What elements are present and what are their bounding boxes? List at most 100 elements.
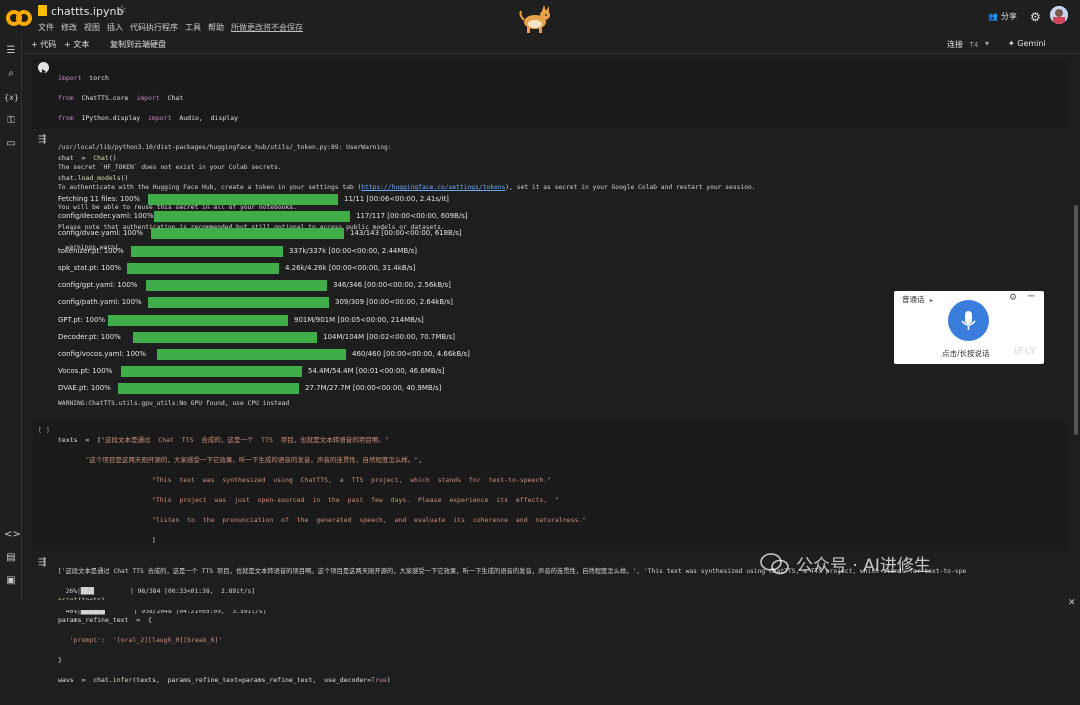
progress-stats: 309/309 [00:00<00:00, 2.64kB/s] bbox=[335, 298, 453, 306]
language-label: 普通话 bbox=[902, 295, 925, 304]
progress-stats: 27.7M/27.7M [00:00<00:00, 40.9MB/s] bbox=[305, 384, 442, 392]
progress-stats: 143/143 [00:00<00:00, 618B/s] bbox=[350, 229, 462, 237]
settings-gear-icon[interactable]: ⚙ bbox=[1030, 10, 1041, 24]
connect-button[interactable]: 连接 T4 bbox=[947, 39, 978, 50]
language-selector[interactable]: 普通话 ▸ bbox=[902, 294, 933, 305]
cell-2-run-marker[interactable]: [ ] bbox=[38, 425, 50, 435]
progress-label: config/gpt.yaml: 100% bbox=[58, 281, 138, 289]
progress-label: config/vocos.yaml: 100% bbox=[58, 350, 146, 358]
search-icon[interactable]: ⌕ bbox=[4, 67, 18, 81]
progress-row: GPT.pt: 100% 901M/901M [00:05<00:00, 214M… bbox=[58, 314, 424, 326]
progress-stats: 460/460 [00:00<00:00, 4.66kB/s] bbox=[352, 350, 470, 358]
gemini-button[interactable]: ✦ Gemini bbox=[1008, 39, 1046, 48]
output-menu-icon[interactable]: ⇶ bbox=[38, 134, 46, 145]
progress-stats: 346/346 [00:00<00:00, 2.56kB/s] bbox=[333, 281, 451, 289]
press-to-talk-hint: 点击/长按说话 bbox=[942, 349, 990, 358]
progress-bar bbox=[148, 193, 338, 205]
microphone-button[interactable] bbox=[948, 300, 989, 341]
watermark-text: 公众号 · AI进修生 bbox=[796, 556, 931, 576]
add-text-button[interactable]: + 文本 bbox=[64, 39, 89, 50]
colab-logo[interactable] bbox=[6, 8, 32, 28]
avatar[interactable] bbox=[1050, 6, 1068, 24]
table-of-contents-icon[interactable]: ☰ bbox=[4, 44, 18, 58]
hf-token-link[interactable]: https://huggingface.co/settings/tokens bbox=[361, 184, 505, 191]
corgi-mascot-icon bbox=[519, 5, 550, 33]
unsaved-notice[interactable]: 所做更改将不会保存 bbox=[231, 22, 303, 33]
runtime-type: T4 bbox=[969, 41, 979, 49]
progress-row: config/decoder.yaml: 100% 117/117 [00:00<… bbox=[58, 210, 468, 222]
left-sidebar: ☰ ⌕ {x} ⚿ ▭ <> ▤ ▣ bbox=[0, 36, 22, 610]
files-folder-icon[interactable]: ▭ bbox=[4, 137, 18, 151]
code-snippets-icon[interactable]: <> bbox=[4, 528, 21, 542]
progress-label: GPT.pt: 100% bbox=[58, 316, 106, 324]
drive-file-icon bbox=[38, 5, 47, 16]
menu-insert[interactable]: 插入 bbox=[107, 22, 123, 33]
menu-tools[interactable]: 工具 bbox=[185, 22, 201, 33]
close-icon[interactable]: ✕ bbox=[1068, 598, 1076, 608]
star-icon[interactable]: ☆ bbox=[117, 3, 127, 16]
gemini-label: Gemini bbox=[1017, 39, 1046, 48]
chevron-down-icon[interactable]: ▾ bbox=[985, 39, 989, 48]
progress-stats: 901M/901M [00:05<00:00, 214MB/s] bbox=[294, 316, 424, 324]
menu-runtime[interactable]: 代码执行程序 bbox=[130, 22, 178, 33]
people-icon: 👥 bbox=[988, 12, 998, 21]
progress-label: DVAE.pt: 100% bbox=[58, 384, 111, 392]
progress-row: DVAE.pt: 100% 27.7M/27.7M [00:00<00:00, 4… bbox=[58, 382, 441, 394]
secrets-key-icon[interactable]: ⚿ bbox=[4, 114, 18, 128]
variables-icon[interactable]: {x} bbox=[4, 91, 19, 105]
share-button[interactable]: 👥 分享 bbox=[988, 11, 1017, 22]
status-bar: ✕ bbox=[0, 598, 1080, 610]
menu-view[interactable]: 视图 bbox=[84, 22, 100, 33]
progress-stats: 104M/104M [00:02<00:00, 70.7MB/s] bbox=[323, 333, 455, 341]
menu-help[interactable]: 帮助 bbox=[208, 22, 224, 33]
progress-stats: 54.4M/54.4M [00:01<00:00, 46.6MB/s] bbox=[308, 367, 445, 375]
terminal-icon[interactable]: ▣ bbox=[4, 574, 18, 588]
progress-label: config/dvae.yaml: 100% bbox=[58, 229, 143, 237]
caret-right-icon: ▸ bbox=[929, 297, 933, 304]
progress-stats: 4.26k/4.26k [00:00<00:00, 31.4kB/s] bbox=[285, 264, 416, 272]
copy-to-drive-button[interactable]: 复制到云端硬盘 bbox=[110, 39, 166, 50]
progress-row: Fetching 11 files: 100% 11/11 [00:06<00:0… bbox=[58, 193, 449, 205]
progress-bar bbox=[118, 382, 299, 394]
run-cell-button[interactable] bbox=[38, 62, 49, 74]
progress-bar bbox=[157, 348, 346, 360]
output-menu-icon[interactable]: ⇶ bbox=[38, 557, 46, 568]
share-label: 分享 bbox=[1000, 12, 1017, 21]
play-icon bbox=[42, 69, 46, 74]
vertical-scrollbar[interactable] bbox=[1072, 55, 1080, 600]
progress-label: Vocos.pt: 100% bbox=[58, 367, 113, 375]
output-line: The secret `HF_TOKEN` does not exist in … bbox=[58, 164, 282, 171]
progress-bar bbox=[154, 210, 350, 222]
scrollbar-thumb[interactable] bbox=[1074, 205, 1078, 435]
progress-label: spk_stat.pt: 100% bbox=[58, 264, 122, 272]
code-cell-1[interactable]: import torch from ChatTTS.core import Ch… bbox=[32, 59, 1067, 182]
minimize-icon[interactable]: − bbox=[1027, 291, 1035, 302]
menu-edit[interactable]: 修改 bbox=[61, 22, 77, 33]
progress-bar bbox=[133, 331, 317, 343]
command-palette-icon[interactable]: ▤ bbox=[4, 551, 18, 565]
wechat-icon bbox=[760, 552, 789, 574]
progress-row: config/dvae.yaml: 100% 143/143 [00:00<00:… bbox=[58, 227, 462, 239]
progress-label: Fetching 11 files: 100% bbox=[58, 195, 141, 203]
progress-row: Vocos.pt: 100% 54.4M/54.4M [00:01<00:00, … bbox=[58, 365, 444, 377]
progress-row: config/path.yaml: 100% 309/309 [00:00<00:… bbox=[58, 296, 453, 308]
progress-label: tokenizer.pt: 100% bbox=[58, 247, 124, 255]
progress-stats: 11/11 [00:06<00:00, 2.41s/it] bbox=[344, 195, 449, 203]
add-code-button[interactable]: + 代码 bbox=[31, 39, 56, 50]
progress-row: tokenizer.pt: 100% 337k/337k [00:00<00:00… bbox=[58, 245, 417, 257]
notebook-title[interactable]: chattts.ipynb bbox=[51, 5, 123, 18]
settings-gear-icon[interactable]: ⚙ bbox=[1009, 293, 1017, 303]
code-cell-2[interactable]: [ ] texts = ["这段文本是通过 Chat TTS 合成的，这是一个 … bbox=[32, 421, 1067, 684]
sparkle-icon: ✦ bbox=[1008, 39, 1015, 48]
progress-bar bbox=[108, 314, 288, 326]
voice-input-widget: 普通话 ▸ ⚙ − 点击/长按说话 iFLY bbox=[894, 291, 1044, 364]
menu-bar: 文件 修改 视图 插入 代码执行程序 工具 帮助 所做更改将不会保存 bbox=[38, 22, 303, 33]
menu-file[interactable]: 文件 bbox=[38, 22, 54, 33]
progress-bar bbox=[127, 262, 279, 274]
progress-row: spk_stat.pt: 100% 4.26k/4.26k [00:00<00:0… bbox=[58, 262, 415, 274]
progress-stats: 117/117 [00:00<00:00, 609B/s] bbox=[356, 212, 468, 220]
output-line: 26%|███▌ | 98/384 [00:33<01:38, 2.89it/s… bbox=[58, 588, 256, 595]
progress-bar bbox=[148, 296, 329, 308]
progress-bar bbox=[151, 227, 344, 239]
avatar-image bbox=[1050, 6, 1068, 24]
